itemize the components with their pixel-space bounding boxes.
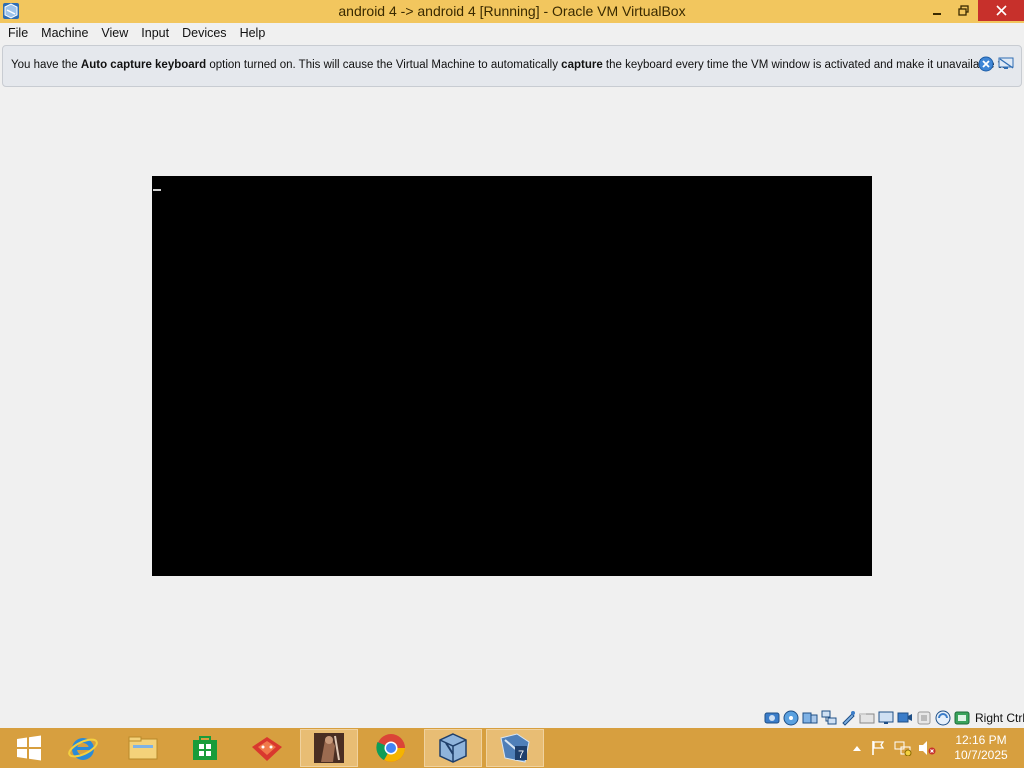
optical-drive-icon[interactable] (783, 710, 799, 726)
network-status-icon[interactable] (894, 740, 912, 756)
taskbar-app-7[interactable]: 7 (486, 729, 544, 767)
shared-folders-icon[interactable] (859, 710, 875, 726)
menu-machine[interactable]: Machine (35, 23, 94, 44)
taskbar-gitkraken[interactable] (238, 729, 296, 767)
window-title: android 4 -> android 4 [Running] - Oracl… (338, 3, 686, 19)
host-key-label[interactable]: Right Ctrl (975, 711, 1024, 725)
internet-explorer-icon (68, 738, 98, 760)
taskbar-chrome[interactable] (362, 729, 420, 767)
windows-logo-icon (17, 735, 41, 761)
action-center-flag-icon[interactable] (870, 740, 886, 756)
keyboard-capture-icon[interactable] (954, 710, 970, 726)
close-notification-icon[interactable] (978, 56, 994, 72)
suppress-message-icon[interactable] (998, 56, 1015, 72)
mouse-integration-icon[interactable] (935, 710, 951, 726)
clock-date: 10/7/2025 (954, 748, 1008, 762)
taskbar-file-explorer[interactable] (114, 729, 172, 767)
menu-view[interactable]: View (95, 23, 134, 44)
minimize-icon (933, 12, 941, 15)
notification-bar: You have the Auto capture keyboard optio… (2, 45, 1022, 87)
folder-icon (128, 736, 158, 760)
taskbar-media-app[interactable] (300, 729, 358, 767)
media-app-icon (314, 733, 344, 763)
windows-taskbar: 7 12:16 PM 10/7/2025 (0, 728, 1024, 768)
menu-help[interactable]: Help (234, 23, 272, 44)
fox-app-icon (252, 737, 282, 761)
close-icon (995, 5, 1007, 16)
virtualization-icon[interactable] (916, 710, 932, 726)
menu-devices[interactable]: Devices (176, 23, 232, 44)
show-hidden-icons-icon[interactable] (852, 744, 862, 752)
restore-button[interactable] (950, 0, 976, 21)
app-7-icon: 7 (500, 733, 530, 763)
audio-icon[interactable] (802, 710, 818, 726)
restore-icon (957, 5, 969, 16)
minimize-button[interactable] (924, 0, 950, 21)
menu-bar: File Machine View Input Devices Help (0, 23, 1024, 44)
volume-muted-icon[interactable] (918, 740, 936, 756)
taskbar-windows-store[interactable] (176, 729, 234, 767)
virtualbox-taskbar-icon (439, 733, 467, 763)
video-capture-icon[interactable] (897, 710, 913, 726)
chrome-icon (376, 734, 405, 762)
system-tray (848, 728, 936, 768)
network-icon[interactable] (821, 710, 837, 726)
window-titlebar[interactable]: android 4 -> android 4 [Running] - Oracl… (0, 0, 1024, 23)
close-button[interactable] (978, 0, 1024, 21)
menu-file[interactable]: File (2, 23, 34, 44)
vm-status-bar: Right Ctrl (764, 708, 1024, 728)
taskbar-clock[interactable]: 12:16 PM 10/7/2025 (946, 733, 1016, 763)
clock-time: 12:16 PM (955, 733, 1007, 747)
taskbar-internet-explorer[interactable] (54, 729, 112, 767)
start-button[interactable] (0, 729, 58, 767)
taskbar-virtualbox[interactable] (424, 729, 482, 767)
notification-message: You have the Auto capture keyboard optio… (11, 59, 1008, 71)
store-icon (193, 736, 217, 760)
display-icon[interactable] (878, 710, 894, 726)
menu-input[interactable]: Input (135, 23, 175, 44)
usb-icon[interactable] (840, 710, 856, 726)
text-cursor (153, 189, 161, 191)
hard-disk-icon[interactable] (764, 710, 780, 726)
vm-display[interactable] (152, 176, 872, 576)
svg-text:7: 7 (518, 749, 524, 761)
